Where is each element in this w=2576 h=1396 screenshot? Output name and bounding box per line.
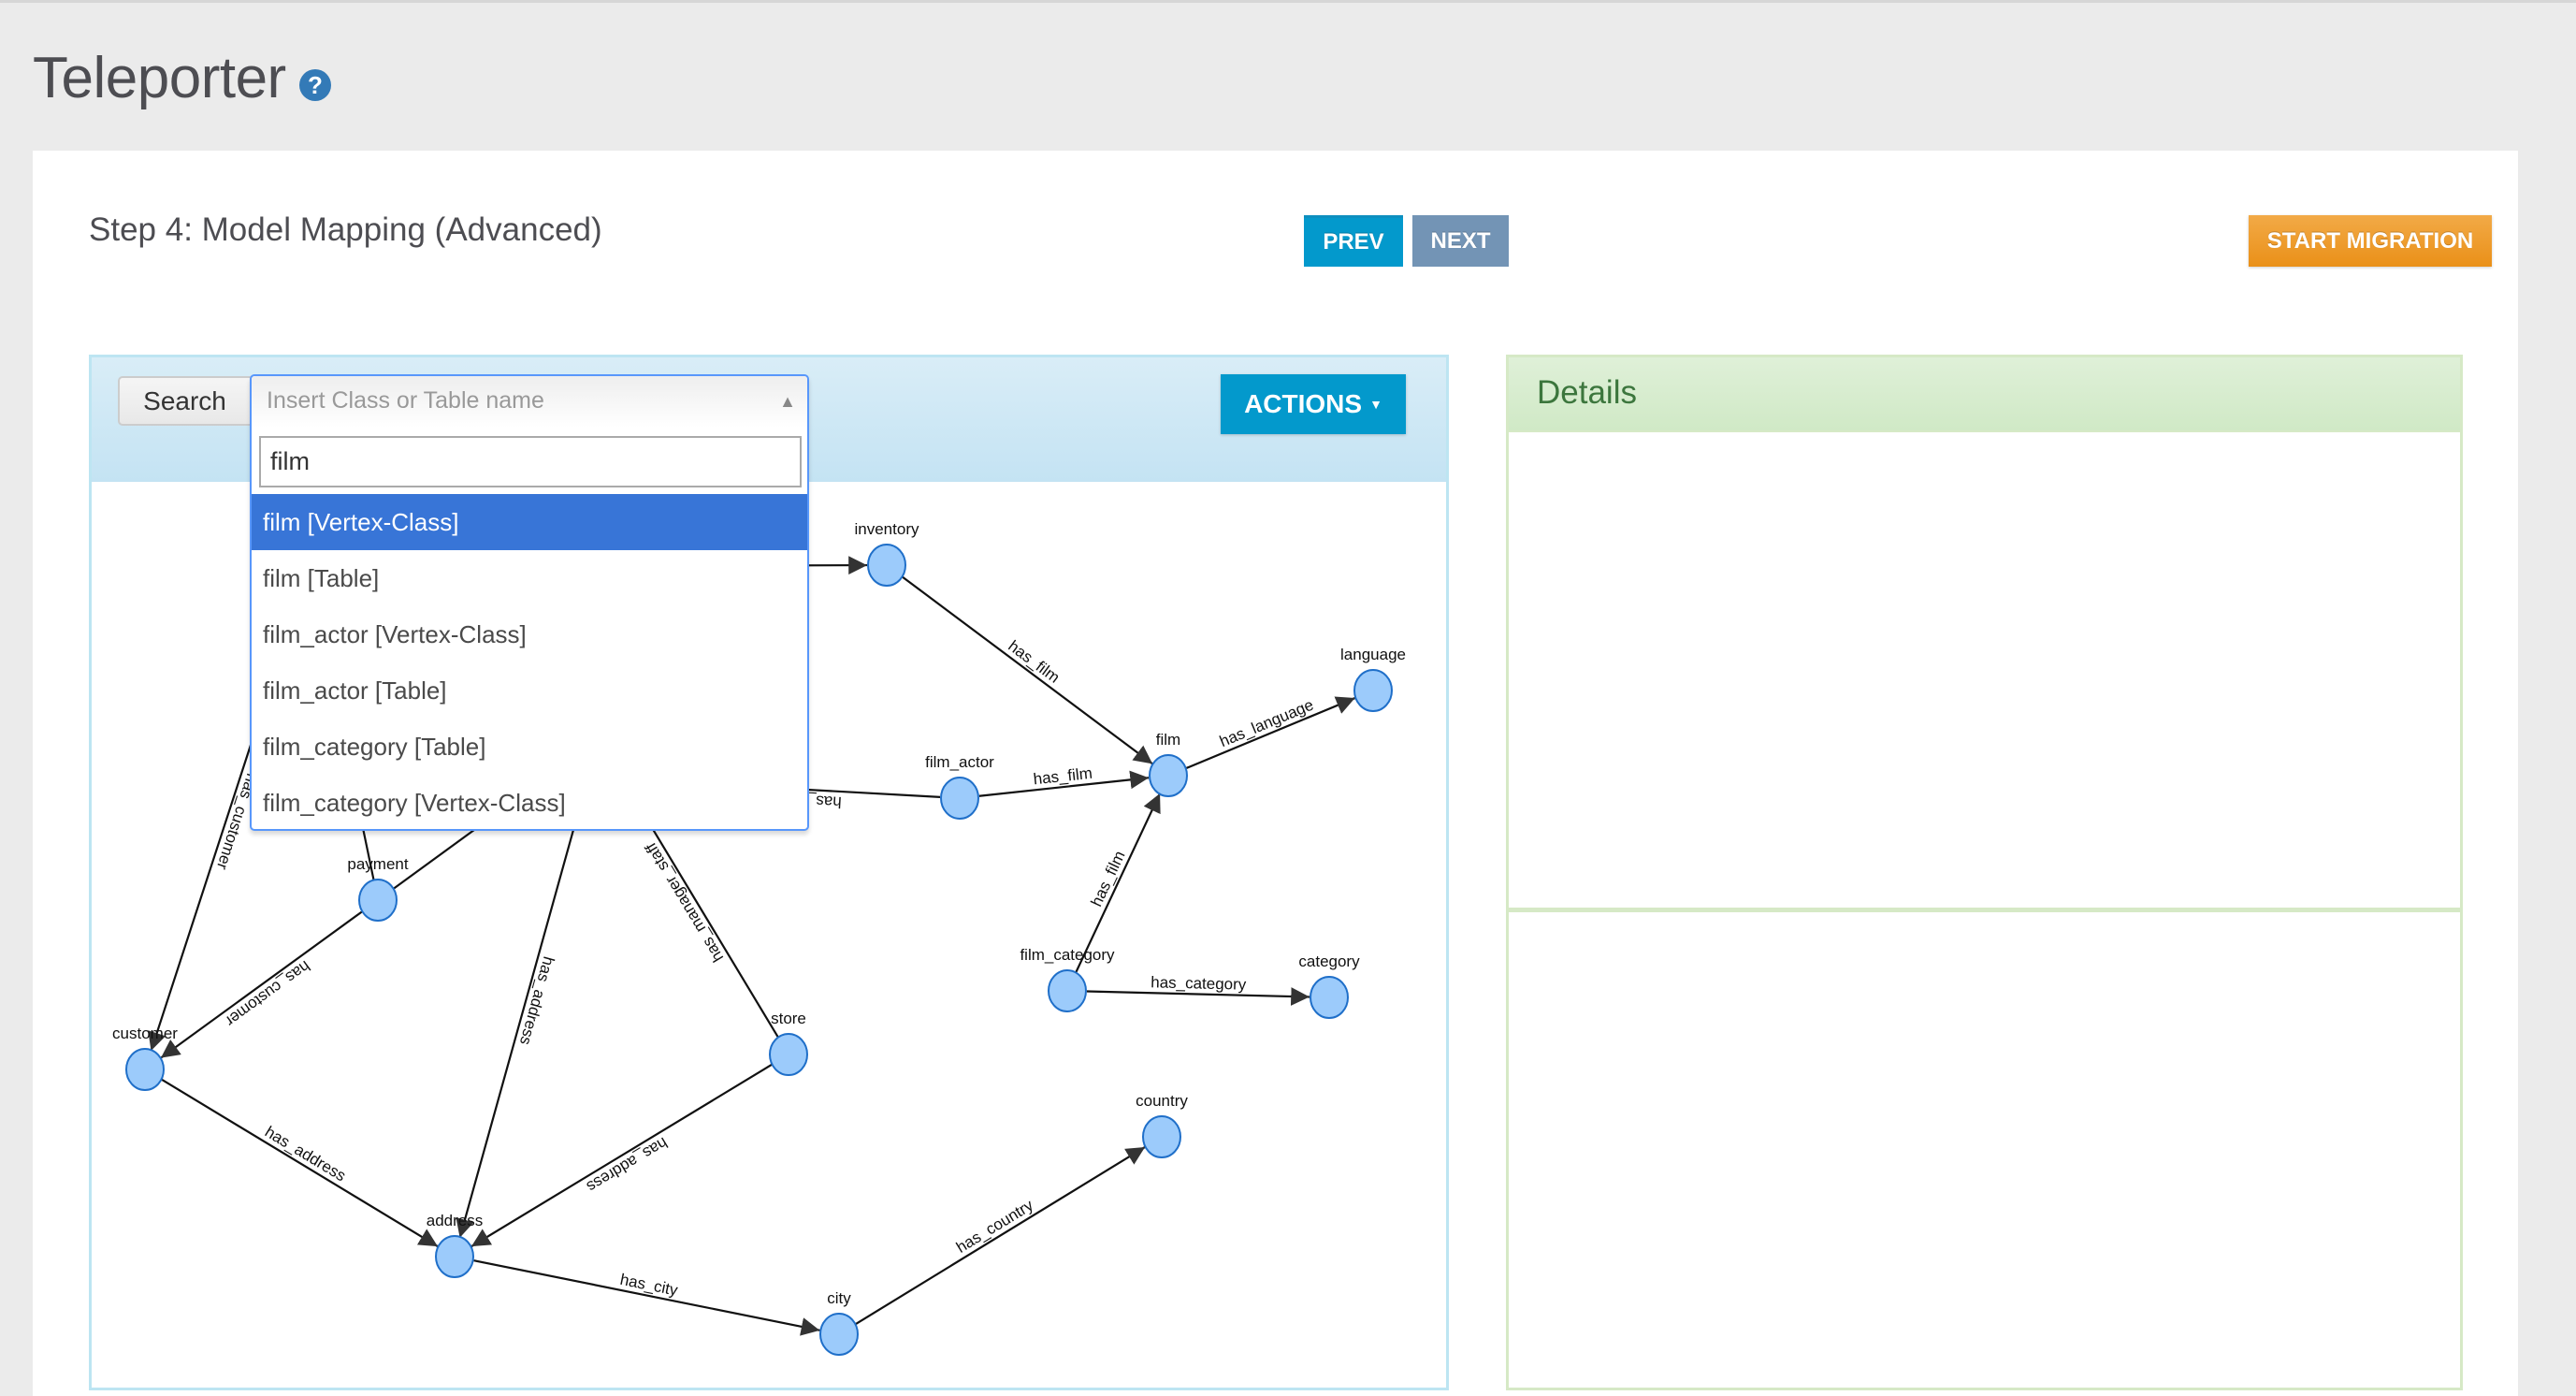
actions-label: ACTIONS xyxy=(1244,389,1363,418)
details-divider xyxy=(1509,908,2460,912)
node-label: film_actor xyxy=(925,753,994,771)
select-options-list: film [Vertex-Class] film [Table] film_acto… xyxy=(252,494,807,831)
search-button[interactable]: Search xyxy=(118,376,252,426)
graph-node-film-actor[interactable] xyxy=(940,777,979,820)
graph-node-store[interactable] xyxy=(769,1033,808,1076)
select-option[interactable]: film_category [Vertex-Class] xyxy=(252,775,807,831)
select-option[interactable]: film [Table] xyxy=(252,550,807,606)
node-label: country xyxy=(1136,1092,1188,1110)
actions-dropdown-button[interactable]: ACTIONS ▼ xyxy=(1221,374,1406,434)
step-title: Step 4: Model Mapping (Advanced) xyxy=(89,211,602,248)
select-search-input[interactable] xyxy=(259,436,802,487)
select-head[interactable]: Insert Class or Table name ▲ xyxy=(252,376,807,428)
node-label: film xyxy=(1156,731,1180,749)
top-border xyxy=(0,0,2576,3)
prev-button[interactable]: PREV xyxy=(1304,215,1403,267)
node-label: payment xyxy=(347,855,408,873)
class-select-dropdown[interactable]: Insert Class or Table name ▲ film [Verte… xyxy=(250,374,809,831)
next-button[interactable]: NEXT xyxy=(1412,215,1509,267)
node-label: customer xyxy=(112,1025,178,1042)
details-title: Details xyxy=(1537,374,1637,411)
graph-node-payment[interactable] xyxy=(358,879,398,922)
select-option[interactable]: film [Vertex-Class] xyxy=(252,494,807,550)
edge-label: has_category xyxy=(1151,973,1247,994)
select-placeholder: Insert Class or Table name xyxy=(267,387,544,414)
node-label: address xyxy=(427,1212,483,1229)
page-title: Teleporter xyxy=(33,46,286,110)
node-label: film_category xyxy=(1020,946,1115,964)
graph-node-category[interactable] xyxy=(1310,976,1349,1019)
select-option[interactable]: film_category [Table] xyxy=(252,719,807,775)
caret-up-icon: ▲ xyxy=(779,392,796,411)
node-label: language xyxy=(1340,646,1406,663)
question-circle-icon[interactable]: ? xyxy=(299,69,331,101)
details-panel xyxy=(1506,355,2463,1390)
graph-node-film[interactable] xyxy=(1149,754,1188,797)
node-label: inventory xyxy=(855,520,919,538)
node-label: category xyxy=(1298,952,1360,970)
graph-node-city[interactable] xyxy=(819,1313,859,1356)
graph-node-country[interactable] xyxy=(1142,1115,1181,1158)
graph-node-address[interactable] xyxy=(435,1235,474,1278)
graph-node-customer[interactable] xyxy=(125,1048,165,1091)
node-label: city xyxy=(827,1289,851,1307)
caret-down-icon: ▼ xyxy=(1369,397,1382,412)
start-migration-button[interactable]: START MIGRATION xyxy=(2249,215,2492,267)
select-option[interactable]: film_actor [Vertex-Class] xyxy=(252,606,807,662)
details-header xyxy=(1509,357,2460,432)
graph-node-inventory[interactable] xyxy=(867,544,906,587)
select-option[interactable]: film_actor [Table] xyxy=(252,662,807,719)
graph-node-film-category[interactable] xyxy=(1048,969,1087,1012)
node-label: store xyxy=(771,1010,806,1027)
graph-node-language[interactable] xyxy=(1353,669,1393,712)
